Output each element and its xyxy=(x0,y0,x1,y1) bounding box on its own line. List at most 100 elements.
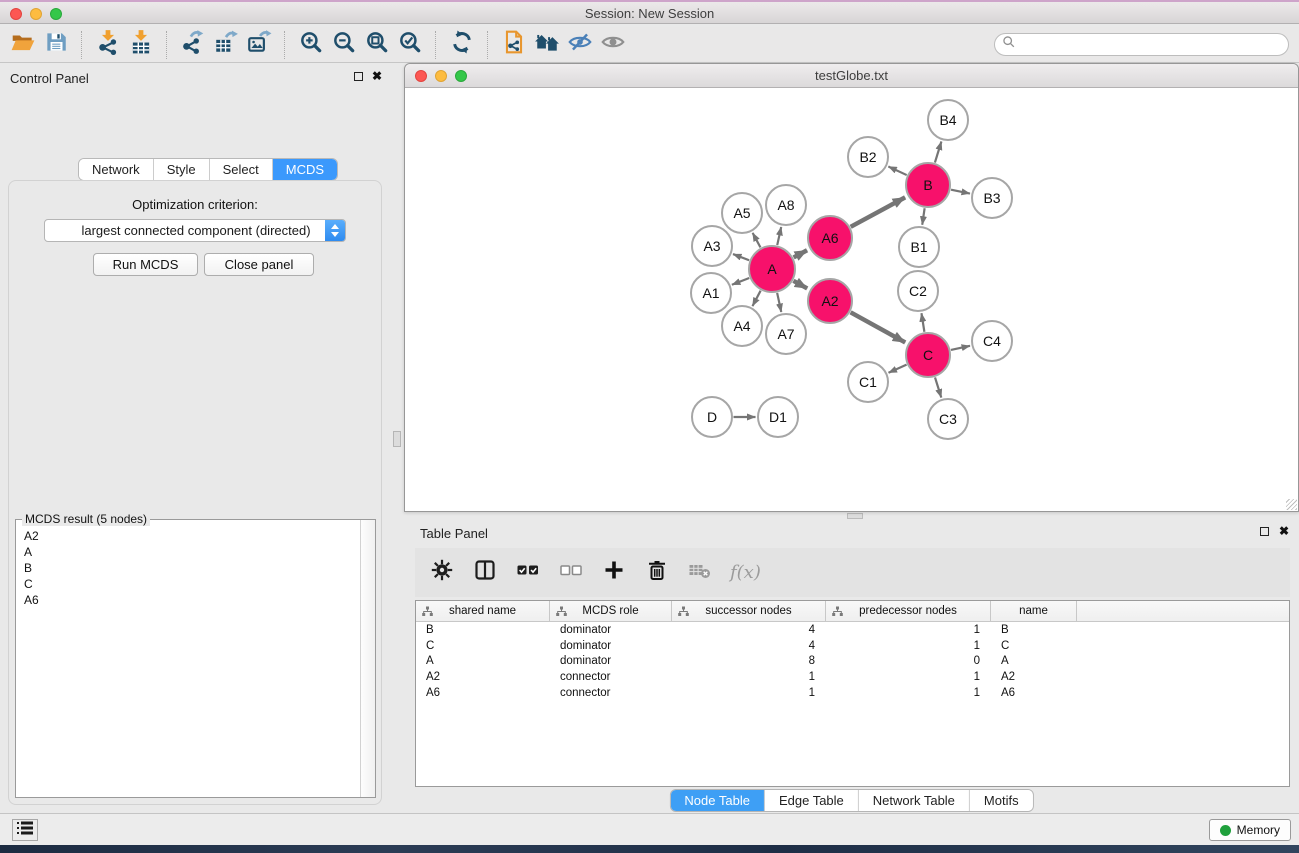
export-table-button[interactable] xyxy=(209,29,242,61)
zoom-selected-button[interactable] xyxy=(393,29,426,61)
edge-B-B4[interactable] xyxy=(935,142,941,163)
edge-A6-B[interactable] xyxy=(851,197,905,226)
result-item[interactable]: B xyxy=(17,560,359,576)
result-item[interactable]: C xyxy=(17,576,359,592)
table-cell[interactable]: A6 xyxy=(416,687,550,699)
table-row[interactable]: Cdominator41C xyxy=(416,638,1289,654)
tab-mcds[interactable]: MCDS xyxy=(273,159,337,180)
table-cell[interactable]: 0 xyxy=(826,655,991,667)
export-network-button[interactable] xyxy=(176,29,209,61)
node-B1[interactable]: B1 xyxy=(899,227,939,267)
node-A6[interactable]: A6 xyxy=(808,216,852,260)
splitter-grip[interactable] xyxy=(393,431,401,447)
table-cell[interactable]: A2 xyxy=(991,671,1077,683)
table-cell[interactable]: 1 xyxy=(826,624,991,636)
edge-A2-C[interactable] xyxy=(851,312,906,342)
edge-A-A7[interactable] xyxy=(777,293,781,312)
horizontal-splitter[interactable] xyxy=(404,512,1299,520)
tab-motifs[interactable]: Motifs xyxy=(970,790,1033,811)
close-panel-icon[interactable]: ✖ xyxy=(372,71,382,81)
edge-B-B1[interactable] xyxy=(922,208,924,224)
node-A4[interactable]: A4 xyxy=(722,306,762,346)
table-cell[interactable]: A xyxy=(991,655,1077,667)
new-network-from-selection-button[interactable] xyxy=(497,29,530,61)
table-cell[interactable]: 4 xyxy=(672,640,826,652)
task-history-button[interactable] xyxy=(12,819,38,841)
run-mcds-button[interactable]: Run MCDS xyxy=(93,253,198,276)
edge-A-A4[interactable] xyxy=(752,291,760,306)
close-table-panel-icon[interactable]: ✖ xyxy=(1279,526,1289,536)
table-cell[interactable]: C xyxy=(416,640,550,652)
node-C3[interactable]: C3 xyxy=(928,399,968,439)
edge-A-A3[interactable] xyxy=(733,254,749,260)
refresh-button[interactable] xyxy=(445,29,478,61)
create-column-button[interactable] xyxy=(601,560,627,586)
search-input[interactable] xyxy=(1016,34,1288,55)
table-settings-button[interactable] xyxy=(429,560,455,586)
table-cell[interactable]: 1 xyxy=(672,687,826,699)
column-header-MCDS-role[interactable]: MCDS role xyxy=(550,601,672,621)
resize-grip[interactable] xyxy=(1286,499,1297,510)
table-cell[interactable]: A6 xyxy=(991,687,1077,699)
table-cell[interactable]: dominator xyxy=(550,655,672,667)
zoom-in-button[interactable] xyxy=(294,29,327,61)
table-cell[interactable]: dominator xyxy=(550,624,672,636)
tab-network-table[interactable]: Network Table xyxy=(859,790,970,811)
node-A5[interactable]: A5 xyxy=(722,193,762,233)
column-header-name[interactable]: name xyxy=(991,601,1077,621)
table-cell[interactable]: C xyxy=(991,640,1077,652)
search-field[interactable] xyxy=(994,33,1289,56)
node-A2[interactable]: A2 xyxy=(808,279,852,323)
result-item[interactable]: A2 xyxy=(17,528,359,544)
edge-A-A5[interactable] xyxy=(753,233,761,248)
node-C[interactable]: C xyxy=(906,333,950,377)
export-image-button[interactable] xyxy=(242,29,275,61)
deselect-all-button[interactable] xyxy=(558,560,584,586)
table-row[interactable]: A6connector11A6 xyxy=(416,685,1289,701)
open-button[interactable] xyxy=(6,29,39,61)
tab-edge-table[interactable]: Edge Table xyxy=(765,790,859,811)
node-A1[interactable]: A1 xyxy=(691,273,731,313)
column-header-shared-name[interactable]: shared name xyxy=(416,601,550,621)
node-C1[interactable]: C1 xyxy=(848,362,888,402)
home-button[interactable] xyxy=(530,29,563,61)
network-canvas[interactable]: B4B2BB3A5A8A6A3B1AC2A1A2A4A7C4CC1DD1C3 xyxy=(405,88,1298,511)
zoom-fit-button[interactable] xyxy=(360,29,393,61)
edge-B-B3[interactable] xyxy=(951,190,970,194)
table-cell[interactable]: dominator xyxy=(550,640,672,652)
table-cell[interactable]: A xyxy=(416,655,550,667)
result-scrollbar[interactable] xyxy=(360,520,375,797)
edge-A-A6[interactable] xyxy=(794,250,807,257)
table-cell[interactable]: 4 xyxy=(672,624,826,636)
table-cell[interactable]: 1 xyxy=(826,640,991,652)
edge-B-B2[interactable] xyxy=(888,167,906,176)
node-C2[interactable]: C2 xyxy=(898,271,938,311)
node-A3[interactable]: A3 xyxy=(692,226,732,266)
node-D1[interactable]: D1 xyxy=(758,397,798,437)
edge-A-A2[interactable] xyxy=(793,281,807,289)
node-A[interactable]: A xyxy=(749,246,795,292)
node-B[interactable]: B xyxy=(906,163,950,207)
vertical-splitter[interactable] xyxy=(390,63,404,813)
edge-A-A1[interactable] xyxy=(732,278,749,285)
import-table-button[interactable] xyxy=(124,29,157,61)
table-cell[interactable]: 8 xyxy=(672,655,826,667)
edge-C-C3[interactable] xyxy=(935,377,941,397)
tab-node-table[interactable]: Node Table xyxy=(670,790,765,811)
table-cell[interactable]: 1 xyxy=(826,687,991,699)
node-B4[interactable]: B4 xyxy=(928,100,968,140)
node-D[interactable]: D xyxy=(692,397,732,437)
tab-style[interactable]: Style xyxy=(154,159,210,180)
node-A7[interactable]: A7 xyxy=(766,314,806,354)
edge-A-A8[interactable] xyxy=(777,227,781,245)
show-button[interactable] xyxy=(596,29,629,61)
edge-C-C4[interactable] xyxy=(951,346,970,350)
column-header-predecessor-nodes[interactable]: predecessor nodes xyxy=(826,601,991,621)
hide-button[interactable] xyxy=(563,29,596,61)
import-network-button[interactable] xyxy=(91,29,124,61)
edge-C-C2[interactable] xyxy=(921,313,924,332)
criterion-dropdown[interactable]: largest connected component (directed) xyxy=(44,219,346,242)
close-panel-button[interactable]: Close panel xyxy=(204,253,314,276)
table-cell[interactable]: A2 xyxy=(416,671,550,683)
table-cell[interactable]: connector xyxy=(550,687,672,699)
